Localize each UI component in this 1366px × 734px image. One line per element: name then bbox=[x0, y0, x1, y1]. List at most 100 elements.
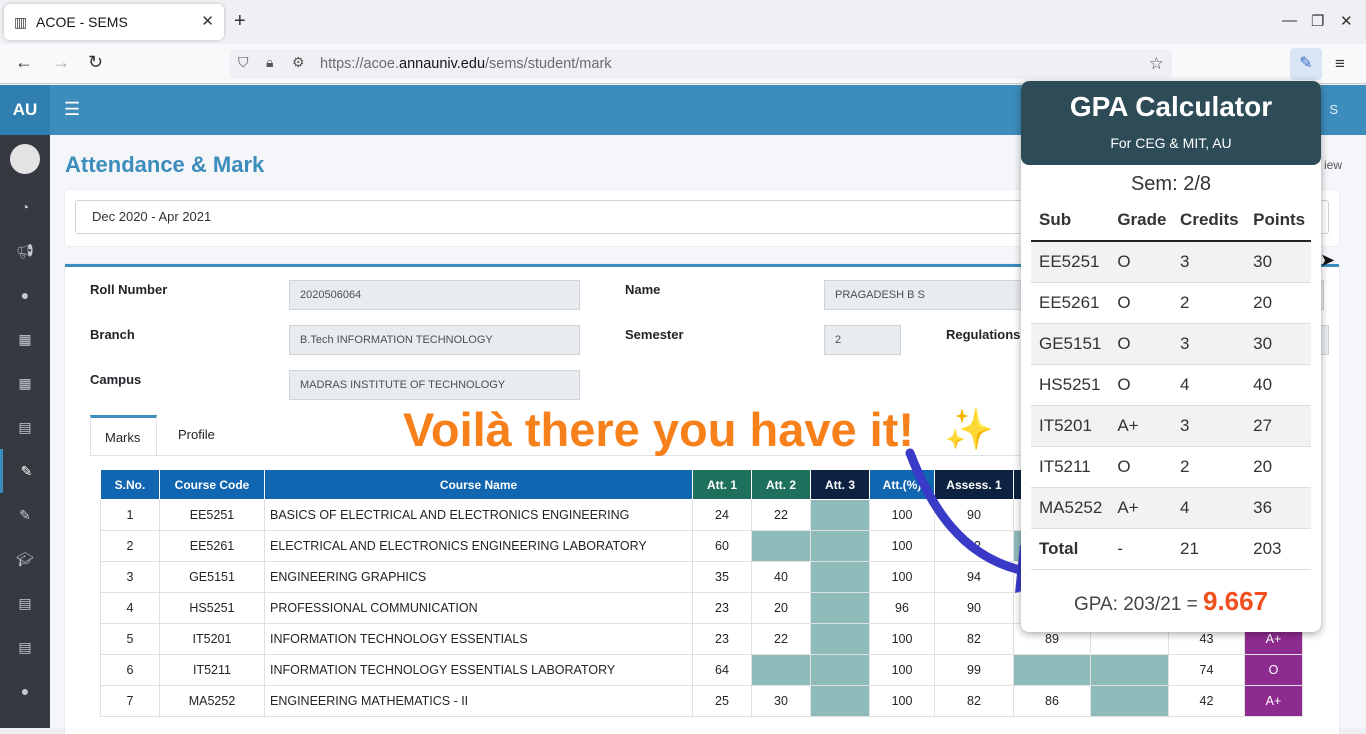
semester-field: 2 bbox=[824, 325, 901, 355]
tab-profile[interactable]: Profile bbox=[164, 415, 244, 455]
browser-tab-strip: ▥ ACOE - SEMS ✕ + — ❐ ✕ bbox=[0, 0, 1366, 44]
col-course-code: Course Code bbox=[159, 469, 265, 500]
new-tab-icon[interactable]: + bbox=[234, 10, 246, 33]
navigation-toolbar: ← → ↻ ⛉ 🔒︎ ⚙ https://acoe.annauniv.edu/s… bbox=[0, 44, 1366, 84]
cell-att1: 25 bbox=[692, 685, 752, 717]
user-icon[interactable]: ● bbox=[0, 273, 50, 317]
cell-points: 20 bbox=[1245, 446, 1311, 488]
page-title: Attendance & Mark bbox=[65, 152, 265, 177]
announcement-icon[interactable]: 📢︎ bbox=[0, 229, 50, 273]
cell-assess1: 99 bbox=[934, 654, 1014, 686]
regulations-label: Regulations bbox=[946, 327, 1021, 342]
cell-sno: 3 bbox=[100, 561, 160, 593]
cell-att1: 23 bbox=[692, 592, 752, 624]
cell-att3 bbox=[810, 561, 870, 593]
file-text-icon[interactable]: ▤ bbox=[0, 625, 50, 669]
cell-att-pct: 100 bbox=[869, 685, 935, 717]
campus-label: Campus bbox=[90, 372, 142, 387]
brand-logo[interactable]: AU bbox=[0, 85, 50, 135]
cell-att2 bbox=[751, 654, 811, 686]
cell-credits: 2 bbox=[1172, 446, 1246, 488]
breadcrumb[interactable]: iew bbox=[1324, 158, 1342, 172]
cell-assess3 bbox=[1090, 654, 1169, 686]
cell-code: EE5251 bbox=[159, 499, 265, 531]
semester-indicator: Sem: 2/8 bbox=[1130, 173, 1212, 195]
campus-field: MADRAS INSTITUTE OF TECHNOLOGY bbox=[289, 370, 580, 400]
cell-name: ENGINEERING GRAPHICS bbox=[264, 561, 693, 593]
close-tab-icon[interactable]: ✕ bbox=[201, 12, 214, 30]
grid-icon[interactable]: ▦ bbox=[0, 317, 50, 361]
cell-name: INFORMATION TECHNOLOGY ESSENTIALS bbox=[264, 623, 693, 655]
document-icon[interactable]: ▤ bbox=[0, 405, 50, 449]
col-sub: Sub bbox=[1031, 199, 1110, 242]
cell-code: IT5211 bbox=[159, 654, 265, 686]
cell-sub: EE5261 bbox=[1031, 282, 1110, 324]
cell-total: 42 bbox=[1168, 685, 1245, 717]
cell-credits: 4 bbox=[1172, 364, 1246, 406]
col-credits: Credits bbox=[1172, 199, 1246, 242]
total-row: Total -21 203 bbox=[1031, 528, 1311, 570]
shield-icon[interactable]: ⛉ bbox=[238, 54, 249, 71]
col-sno: S.No. bbox=[100, 469, 160, 500]
cell-name: BASICS OF ELECTRICAL AND ELECTRONICS ENG… bbox=[264, 499, 693, 531]
cell-att1: 35 bbox=[692, 561, 752, 593]
cell-att3 bbox=[810, 654, 870, 686]
cell-att3 bbox=[810, 685, 870, 717]
tab-marks[interactable]: Marks bbox=[90, 415, 157, 455]
file-icon[interactable]: ▤ bbox=[0, 581, 50, 625]
forward-icon[interactable]: → bbox=[52, 52, 70, 73]
cell-total-credits: 21 bbox=[1172, 528, 1246, 570]
cell-att2: 22 bbox=[751, 499, 811, 531]
mouse-cursor-icon: ➤ bbox=[1320, 250, 1336, 270]
avatar[interactable] bbox=[10, 144, 40, 174]
minimize-icon[interactable]: — bbox=[1282, 12, 1297, 29]
cell-assess1: 82 bbox=[934, 685, 1014, 717]
profile-icon[interactable]: ● bbox=[0, 669, 50, 713]
gpa-extension-icon[interactable]: ✎ bbox=[1290, 48, 1322, 80]
apps-icon[interactable]: ▦ bbox=[0, 361, 50, 405]
cell-att1: 60 bbox=[692, 530, 752, 562]
cell-points: 27 bbox=[1245, 405, 1311, 447]
url-text: https://acoe.annauniv.edu/sems/student/m… bbox=[320, 56, 612, 72]
restore-icon[interactable]: ❐ bbox=[1311, 12, 1324, 30]
browser-tab[interactable]: ▥ ACOE - SEMS ✕ bbox=[4, 4, 224, 40]
cell-code: IT5201 bbox=[159, 623, 265, 655]
gpa-calculator-popup: GPA Calculator For CEG & MIT, AU Sem: 2/… bbox=[1021, 81, 1321, 632]
gpa-result: GPA: 203/21 = 9.667 bbox=[1021, 586, 1321, 617]
table-row: 7 MA5252 ENGINEERING MATHEMATICS - II 25… bbox=[100, 685, 1303, 717]
hamburger-icon[interactable]: ☰ bbox=[64, 99, 80, 120]
cell-sno: 5 bbox=[100, 623, 160, 655]
cell-att2: 40 bbox=[751, 561, 811, 593]
cell-total-label: Total bbox=[1031, 528, 1110, 570]
roll-label: Roll Number bbox=[90, 282, 168, 297]
edit-marks-icon[interactable]: ✎ bbox=[0, 449, 50, 493]
edit-icon[interactable]: ✎ bbox=[0, 493, 50, 537]
col-grade: Grade bbox=[1109, 199, 1173, 242]
app-menu-icon[interactable]: ≡ bbox=[1335, 54, 1345, 74]
table-row: 6 IT5211 INFORMATION TECHNOLOGY ESSENTIA… bbox=[100, 654, 1303, 686]
bookmark-star-icon[interactable]: ☆ bbox=[1149, 54, 1164, 74]
cell-code: EE5261 bbox=[159, 530, 265, 562]
cell-sub: MA5252 bbox=[1031, 487, 1110, 529]
permissions-icon[interactable]: ⚙ bbox=[292, 54, 305, 71]
cell-name: PROFESSIONAL COMMUNICATION bbox=[264, 592, 693, 624]
address-bar[interactable]: ⛉ 🔒︎ ⚙ https://acoe.annauniv.edu/sems/st… bbox=[230, 49, 1172, 79]
window-close-icon[interactable]: ✕ bbox=[1340, 12, 1353, 30]
reload-icon[interactable]: ↻ bbox=[88, 52, 103, 73]
gpa-formula: GPA: 203/21 = bbox=[1073, 594, 1198, 615]
dashboard-icon[interactable]: ◔ bbox=[0, 185, 50, 229]
cell-code: MA5252 bbox=[159, 685, 265, 717]
col-att2: Att. 2 bbox=[751, 469, 811, 500]
cell-credits: 3 bbox=[1172, 405, 1246, 447]
col-course-name: Course Name bbox=[264, 469, 693, 500]
table-row: HS5251 O 4 40 bbox=[1031, 364, 1311, 406]
cell-name: ELECTRICAL AND ELECTRONICS ENGINEERING L… bbox=[264, 530, 693, 562]
cell-sub: GE5151 bbox=[1031, 323, 1110, 365]
col-points: Points bbox=[1245, 199, 1311, 242]
lock-icon[interactable]: 🔒︎ bbox=[266, 54, 273, 71]
sidebar: AU ◔ 📢︎ ● ▦ ▦ ▤ ✎ ✎ 🎓︎ ▤ ▤ ● bbox=[0, 85, 50, 728]
cell-att2: 20 bbox=[751, 592, 811, 624]
graduation-cap-icon[interactable]: 🎓︎ bbox=[0, 537, 50, 581]
back-icon[interactable]: ← bbox=[15, 52, 33, 73]
cell-grade: O bbox=[1109, 446, 1173, 488]
